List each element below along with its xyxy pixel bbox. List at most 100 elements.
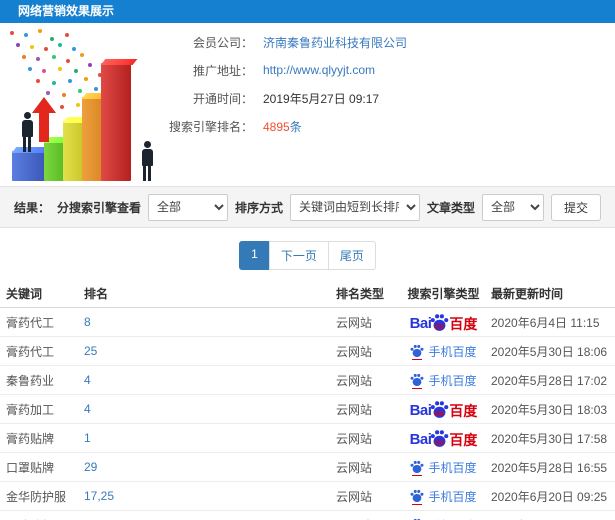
rank-type-cell: 云网站 xyxy=(336,373,373,388)
table-body: 膏药代工 8 云网站 Bai du 百度 2020年6月4日 11:15 膏药代工 25 云网站手… xyxy=(0,308,615,520)
info-row-url: 推广地址： http://www.qlyyjt.com xyxy=(158,61,407,79)
pagination: 1 下一页 尾页 xyxy=(0,241,615,270)
engine-cell: 手机百度 xyxy=(396,372,491,389)
update-time-cell: 2020年5月28日 16:55 xyxy=(491,460,608,475)
header-rank: 排名 xyxy=(84,287,109,301)
header-keyword: 关键词 xyxy=(6,287,43,301)
table-row: 秦鲁药业 4 云网站 手机百度 2020年5月28日 17:02 xyxy=(0,366,615,395)
baidu-mobile-logo: 手机百度 xyxy=(410,372,477,389)
rank-link[interactable]: 29 xyxy=(84,460,97,474)
baidu-pc-logo: Bai du 百度 xyxy=(409,400,478,418)
sort-label: 排序方式 xyxy=(234,200,283,215)
marketing-illustration xyxy=(2,25,180,183)
baidu-paw-icon: du xyxy=(430,429,449,447)
rank-type-cell: 云网站 xyxy=(336,315,373,330)
baidu-mobile-logo: 手机百度 xyxy=(410,459,477,476)
businessman-figure-right xyxy=(140,141,154,181)
table-row: 口罩贴牌 29 云网站 手机百度 2020年5月28日 16:55 xyxy=(0,453,615,482)
filter-bar: 结果： 分搜索引擎查看 全部 排序方式 关键词由短到长排序 文章类型 全部 提交 xyxy=(0,186,615,228)
table-row: 膏药代工 8 云网站 Bai du 百度 2020年6月4日 11:15 xyxy=(0,308,615,337)
update-time-cell: 2020年5月28日 17:02 xyxy=(491,373,608,388)
page-title: 网络营销效果展示 xyxy=(18,4,115,18)
engine-cell: 手机百度 xyxy=(396,343,491,360)
rank-link[interactable]: 8 xyxy=(84,315,91,329)
table-row: 金华防护服 17,25 云网站 手机百度 2020年6月20日 09:25 xyxy=(0,482,615,511)
info-row-open-time: 开通时间： 2019年5月27日 09:17 xyxy=(158,89,407,107)
engine-cell: Bai du 百度 xyxy=(396,313,491,331)
header-update-time: 最新更新时间 xyxy=(491,287,564,301)
page: 网络营销效果展示 会员公司： 济南秦鲁药业科技有限公司 推广地址： http:/… xyxy=(0,0,615,520)
company-link[interactable]: 济南秦鲁药业科技有限公司 xyxy=(263,34,407,51)
update-time-cell: 2020年5月30日 17:58 xyxy=(491,431,608,446)
company-label: 会员公司： xyxy=(192,35,253,50)
next-page-button[interactable]: 下一页 xyxy=(268,241,329,270)
submit-button[interactable]: 提交 xyxy=(550,193,601,221)
rank-link[interactable]: 4 xyxy=(84,373,91,387)
update-time-cell: 2020年5月30日 18:03 xyxy=(491,402,608,417)
header-rank-type: 排名类型 xyxy=(336,287,385,301)
update-time-cell: 2020年5月30日 18:06 xyxy=(491,344,608,359)
rank-type-cell: 云网站 xyxy=(336,489,373,504)
engine-cell: Bai du 百度 xyxy=(396,429,491,447)
keyword-cell: 福建防护服 xyxy=(0,517,84,520)
rank-type-cell: 云网站 xyxy=(336,517,396,520)
baidu-paw-icon: du xyxy=(430,313,449,331)
article-type-label: 文章类型 xyxy=(426,200,475,215)
arrow-up-graphic xyxy=(32,97,56,143)
rank-count-value: 4895 xyxy=(263,119,290,134)
baidu-paw-icon xyxy=(410,460,424,476)
info-row-rank-count: 搜索引擎排名： 4895条 xyxy=(158,117,407,135)
table-row: 福建防护服10云网站手机百度2020年6月4日 11:10 xyxy=(0,511,615,520)
results-table: 关键词 排名 排名类型 搜索引擎类型 最新更新时间 膏药代工 8 云网站 Bai du 百… xyxy=(0,280,615,520)
table-row: 膏药贴牌 1 云网站 Bai du 百度 2020年5月30日 17:58 xyxy=(0,424,615,453)
member-info-section: 会员公司： 济南秦鲁药业科技有限公司 推广地址： http://www.qlyy… xyxy=(0,23,615,186)
promo-url-link[interactable]: http://www.qlyyjt.com xyxy=(263,63,375,77)
article-type-select[interactable]: 全部 xyxy=(481,193,544,221)
rank-link[interactable]: 4 xyxy=(84,402,91,416)
update-time-cell: 2020年6月4日 11:10 xyxy=(491,517,615,520)
last-page-button[interactable]: 尾页 xyxy=(327,241,376,270)
baidu-pc-logo: Bai du 百度 xyxy=(409,313,478,331)
baidu-pc-logo: Bai du 百度 xyxy=(409,429,478,447)
engine-filter-label: 分搜索引擎查看 xyxy=(56,200,141,215)
keyword-cell: 金华防护服 xyxy=(6,489,67,504)
keyword-cell: 膏药代工 xyxy=(6,315,55,330)
rank-link[interactable]: 1 xyxy=(84,431,91,445)
rank-type-cell: 云网站 xyxy=(336,460,373,475)
engine-filter-select[interactable]: 全部 xyxy=(147,193,228,221)
update-time-cell: 2020年6月4日 11:15 xyxy=(491,315,600,330)
rank-link[interactable]: 25 xyxy=(84,344,97,358)
baidu-paw-icon xyxy=(410,344,424,360)
bar-chart-graphic-blue xyxy=(12,151,46,181)
keyword-cell: 膏药代工 xyxy=(6,344,55,359)
keyword-cell: 膏药贴牌 xyxy=(6,431,55,446)
update-time-cell: 2020年6月20日 09:25 xyxy=(491,489,608,504)
baidu-mobile-logo: 手机百度 xyxy=(410,343,477,360)
rank-type-cell: 云网站 xyxy=(336,431,373,446)
table-row: 膏药加工 4 云网站 Bai du 百度 2020年5月30日 18:03 xyxy=(0,395,615,424)
table-header-row: 关键词 排名 排名类型 搜索引擎类型 最新更新时间 xyxy=(0,280,615,308)
page-header: 网络营销效果展示 xyxy=(0,0,615,23)
table-row: 膏药代工 25 云网站 手机百度 2020年5月30日 18:06 xyxy=(0,337,615,366)
baidu-mobile-logo: 手机百度 xyxy=(410,488,477,505)
engine-cell: 手机百度 xyxy=(396,488,491,505)
filter-controls: 分搜索引擎查看 全部 排序方式 关键词由短到长排序 文章类型 全部 提交 xyxy=(56,193,601,221)
confetti-graphic xyxy=(10,31,14,35)
keyword-cell: 口罩贴牌 xyxy=(6,460,55,475)
open-time-label: 开通时间： xyxy=(192,91,253,106)
baidu-paw-icon: du xyxy=(430,400,449,418)
rank-count-label: 搜索引擎排名： xyxy=(168,119,253,134)
baidu-paw-icon xyxy=(410,373,424,389)
businessman-figure-left xyxy=(20,112,34,152)
baidu-mobile-logo: 手机百度 xyxy=(410,517,477,520)
baidu-paw-icon xyxy=(410,489,424,505)
engine-cell: 手机百度 xyxy=(396,517,491,520)
sort-select[interactable]: 关键词由短到长排序 xyxy=(289,193,420,221)
rank-count-unit: 条 xyxy=(289,119,302,134)
header-engine-type: 搜索引擎类型 xyxy=(407,287,480,301)
rank-link[interactable]: 17,25 xyxy=(84,489,114,503)
rank-type-cell: 云网站 xyxy=(336,402,373,417)
open-time-value: 2019年5月27日 09:17 xyxy=(263,91,380,106)
page-number-current[interactable]: 1 xyxy=(239,241,270,270)
keyword-cell: 秦鲁药业 xyxy=(6,373,55,388)
